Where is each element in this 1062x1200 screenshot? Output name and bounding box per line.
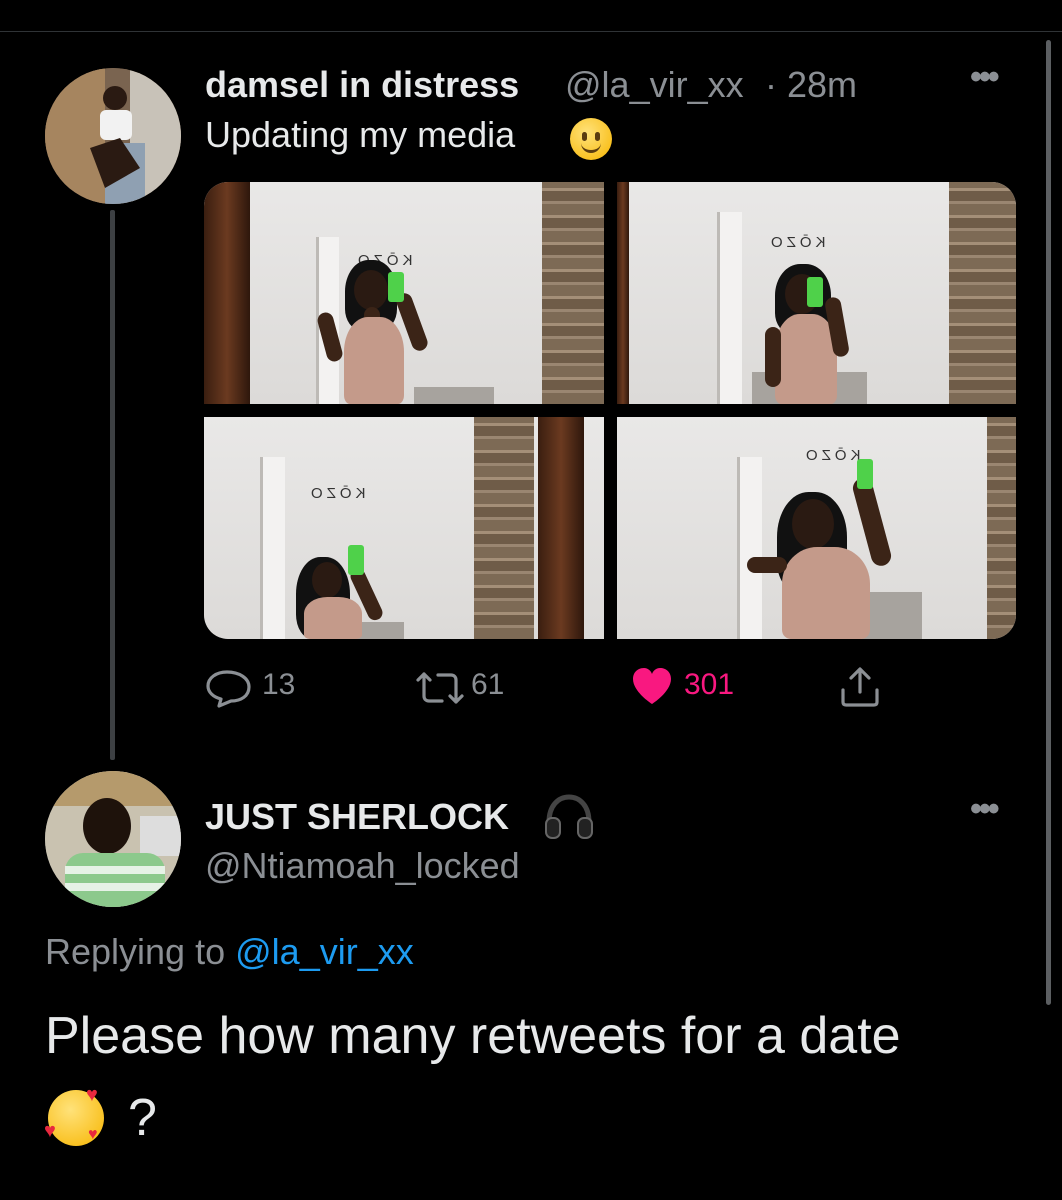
bench — [862, 592, 922, 639]
phone — [348, 545, 364, 575]
door — [260, 457, 285, 639]
dress — [775, 314, 837, 404]
head — [354, 270, 388, 310]
door-frame — [204, 182, 250, 404]
dress — [344, 317, 404, 404]
headphones-emoji — [543, 792, 595, 847]
door — [717, 212, 742, 404]
smiling-face-with-hearts-emoji: ♥ ♥ ♥ — [44, 1084, 104, 1146]
replying-prefix: Replying to — [45, 931, 226, 972]
media-photo-1[interactable]: KŌZO — [204, 182, 604, 404]
media-photo-3[interactable]: KŌZO — [204, 417, 604, 639]
thread-connector — [110, 210, 115, 760]
user-handle[interactable]: @la_vir_xx — [565, 64, 744, 106]
brick-wall — [987, 417, 1016, 639]
wall-sign: KŌZO — [802, 447, 861, 464]
like-count: 301 — [684, 668, 735, 701]
arm — [747, 557, 787, 573]
avatar[interactable] — [45, 771, 181, 907]
media-photo-4[interactable]: KŌZO — [617, 417, 1016, 639]
bench — [414, 387, 494, 404]
media-grid: KŌZO KŌZO KŌZO KŌZO — [204, 182, 1016, 639]
wall-sign: KŌZO — [767, 234, 826, 251]
phone — [857, 459, 873, 489]
separator-dot: · — [765, 64, 777, 105]
retweet-count: 61 — [471, 668, 505, 701]
reply-icon[interactable] — [205, 668, 253, 713]
display-name[interactable]: damsel in distress — [205, 64, 519, 106]
head — [312, 562, 342, 598]
reply-count: 13 — [262, 668, 296, 701]
brick-wall — [542, 182, 604, 404]
media-photo-2[interactable]: KŌZO — [617, 182, 1016, 404]
phone — [807, 277, 823, 307]
more-options-icon[interactable]: ••• — [970, 790, 1000, 829]
retweet-icon[interactable] — [412, 668, 468, 713]
brick-wall — [949, 182, 1016, 404]
reply-trailing-text: ? — [128, 1089, 157, 1147]
head — [792, 499, 834, 549]
door-frame — [617, 182, 629, 404]
share-icon[interactable] — [838, 666, 882, 713]
door — [737, 457, 762, 639]
reply-text: Please how many retweets for a date — [45, 1007, 901, 1065]
arm — [765, 327, 781, 387]
tweet-text: Updating my media — [205, 114, 516, 155]
timestamp[interactable]: 28m — [787, 64, 857, 106]
more-options-icon[interactable]: ••• — [970, 58, 1000, 97]
user-handle[interactable]: @Ntiamoah_locked — [205, 845, 520, 887]
arm — [850, 475, 894, 569]
door-frame — [538, 417, 584, 639]
scrollbar[interactable] — [1046, 40, 1051, 1005]
slightly-smiling-face-emoji — [570, 118, 612, 160]
replying-to: Replying to @la_vir_xx — [45, 931, 414, 973]
avatar[interactable] — [45, 68, 181, 204]
brick-wall — [474, 417, 534, 639]
phone — [388, 272, 404, 302]
replying-to-link[interactable]: @la_vir_xx — [235, 931, 414, 972]
heart-icon[interactable] — [630, 666, 674, 711]
dress — [782, 547, 870, 639]
top-divider — [0, 31, 1062, 32]
dress — [304, 597, 362, 639]
display-name[interactable]: JUST SHERLOCK — [205, 796, 509, 838]
wall-sign: KŌZO — [307, 485, 366, 502]
